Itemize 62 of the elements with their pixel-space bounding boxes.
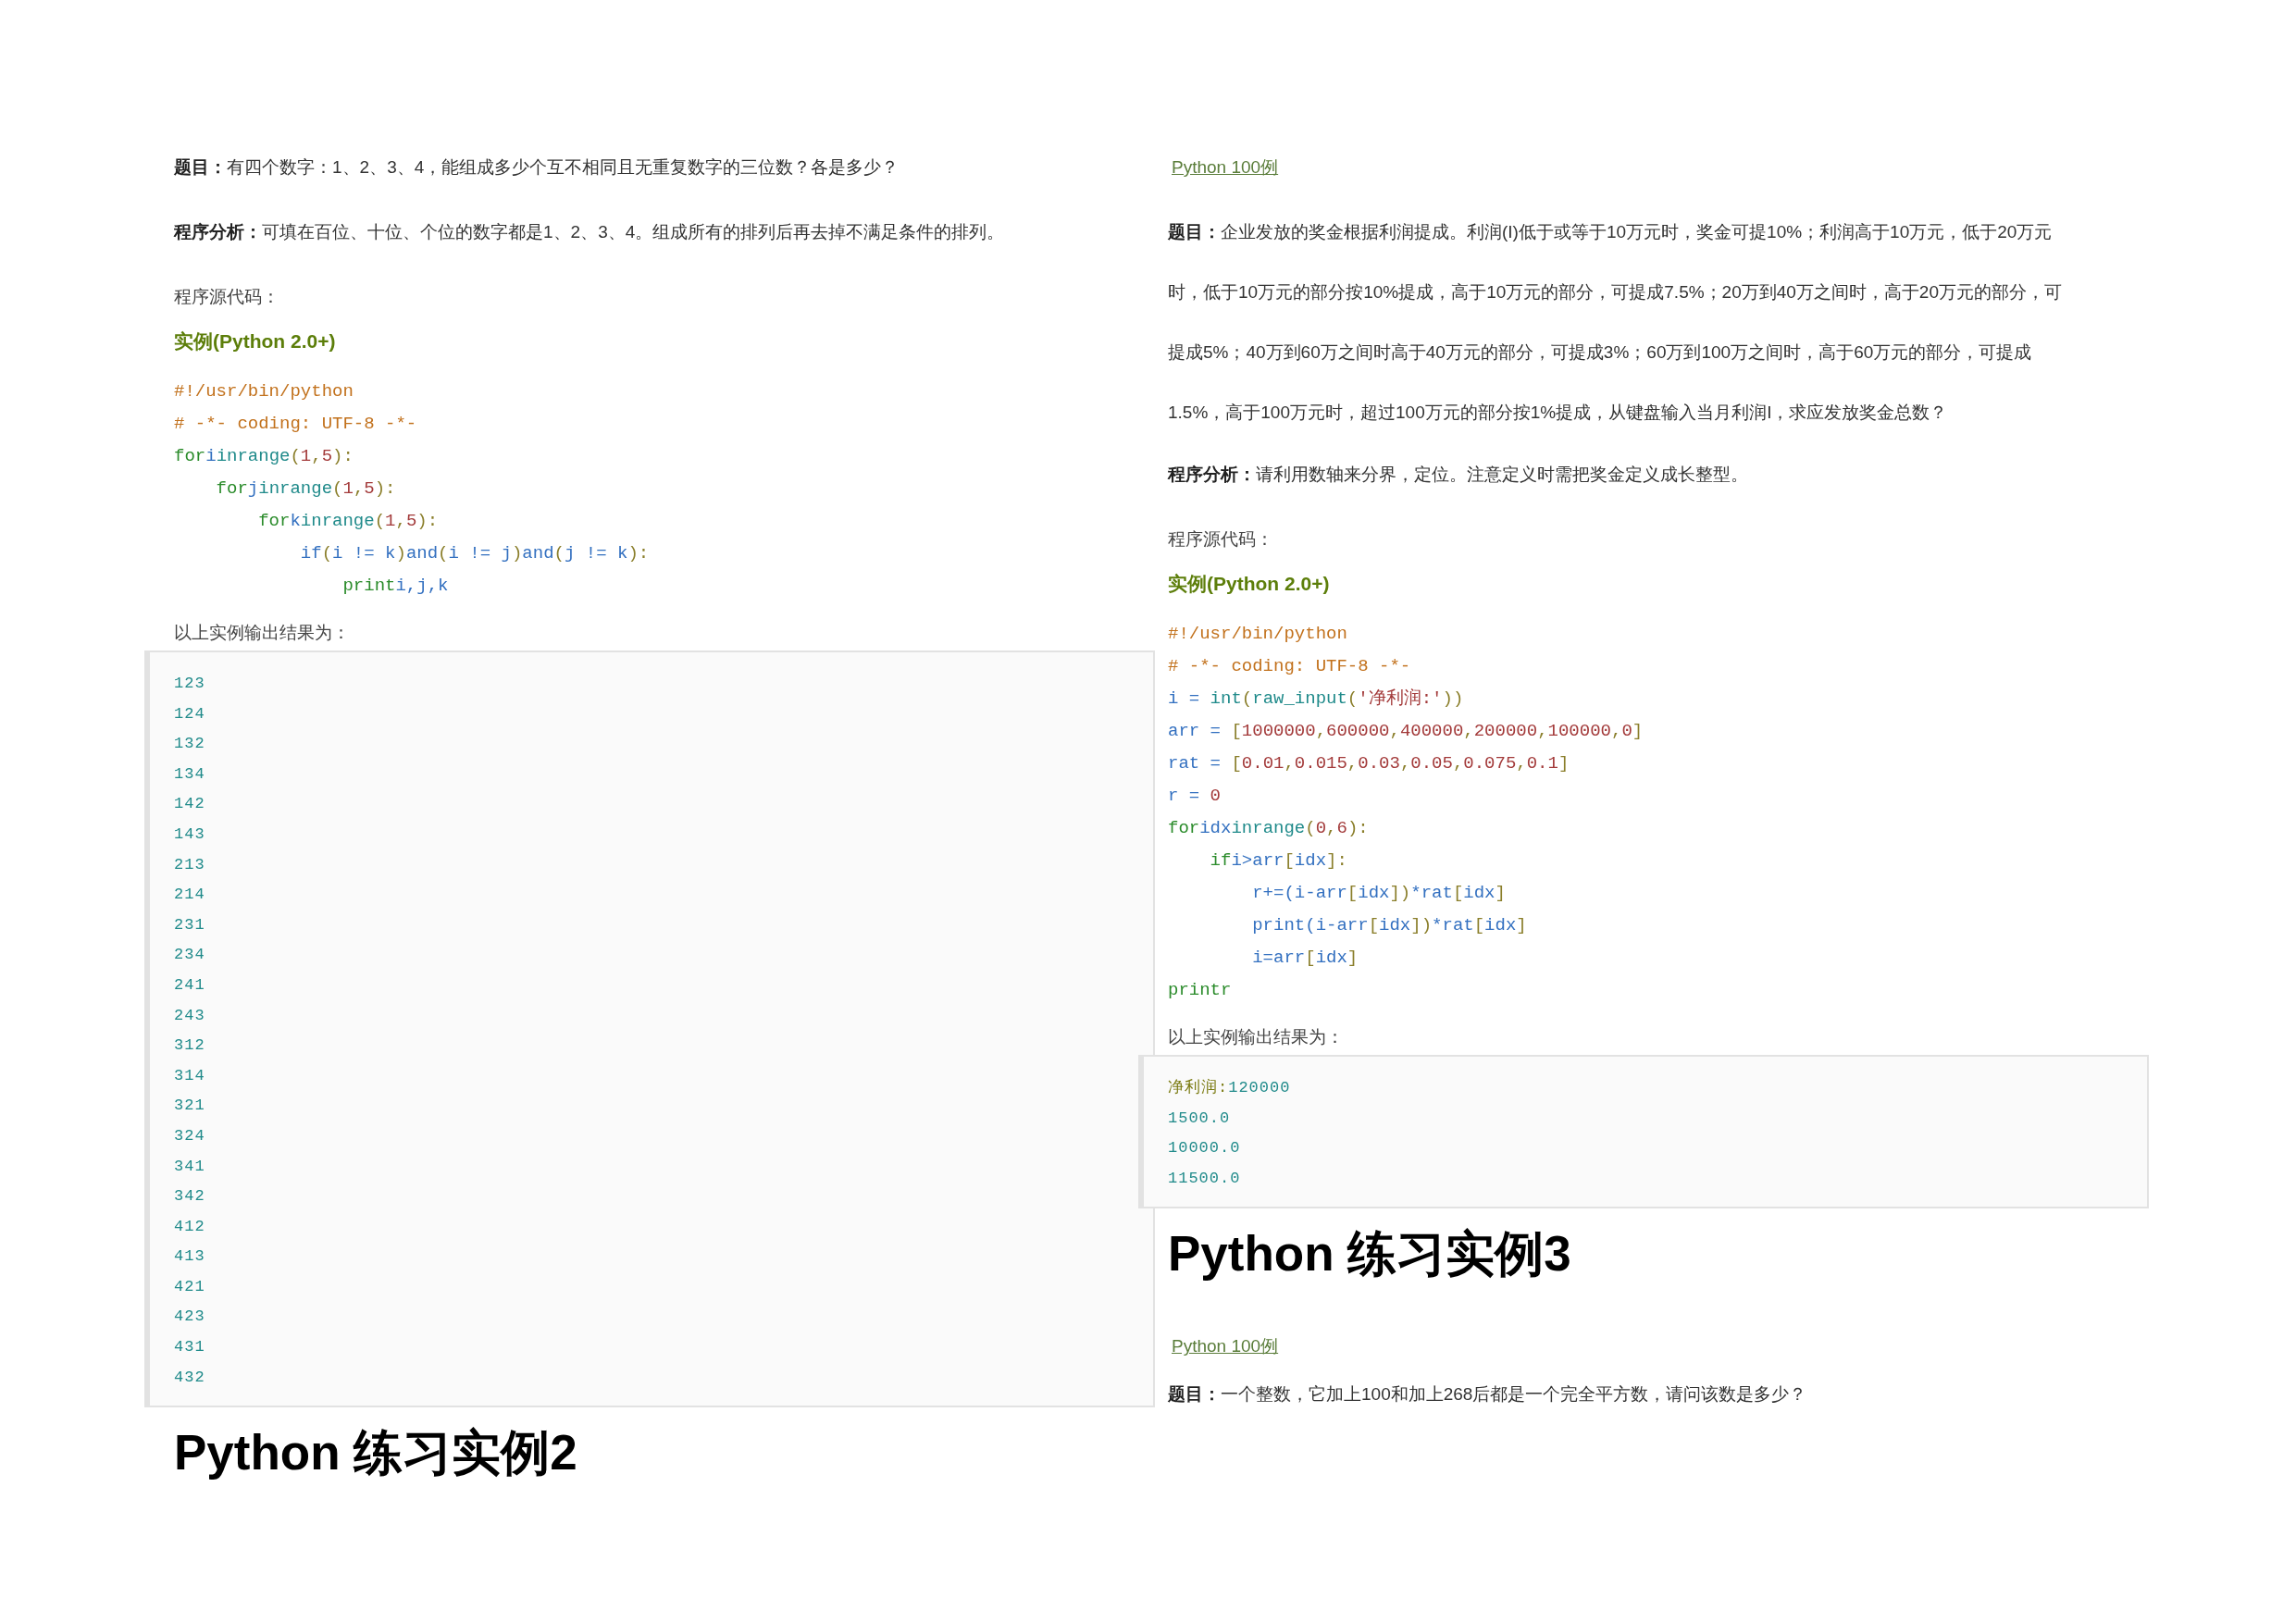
- paragraph: 程序分析：可填在百位、十位、个位的数字都是1、2、3、4。组成所有的排列后再去掉不满足条件的排列。: [174, 221, 1006, 243]
- output-line: 241: [174, 974, 206, 996]
- section-heading: Python 练习实例3: [1168, 1225, 1572, 1283]
- code-line: printi,j,k: [341, 575, 450, 598]
- index-link[interactable]: Python 100例: [1172, 154, 1279, 181]
- output-line: 净利润:120000: [1168, 1078, 1292, 1098]
- code-line: arr = [1000000,600000,400000,200000,100000,0]: [1168, 720, 1644, 743]
- output-line: 432: [174, 1367, 206, 1388]
- output-line: 341: [174, 1156, 206, 1177]
- output-line: 412: [174, 1216, 206, 1237]
- index-link[interactable]: Python 100例: [1172, 1332, 1279, 1361]
- paragraph: 题目：有四个数字：1、2、3、4，能组成多少个互不相同且无重复数字的三位数？各是多少？: [174, 156, 900, 179]
- output-line: 10000.0: [1168, 1138, 1242, 1159]
- caption-text: 以上实例输出结果为：: [174, 622, 351, 644]
- section-heading: Python 练习实例2: [174, 1424, 578, 1482]
- caption-text: 程序源代码：: [174, 286, 280, 308]
- output-line: 143: [174, 824, 206, 845]
- code-line: printr: [1168, 979, 1233, 1002]
- code-line: i=arr[idx]: [1251, 947, 1359, 970]
- output-line: 431: [174, 1337, 206, 1358]
- output-line: 134: [174, 763, 206, 785]
- output-line: 1500.0: [1168, 1108, 1232, 1129]
- output-line: 234: [174, 945, 206, 966]
- output-line: 342: [174, 1186, 206, 1208]
- code-line: foriinrange(1,5):: [174, 445, 354, 468]
- code-line: # -*- coding: UTF-8 -*-: [1168, 655, 1412, 678]
- output-line: 231: [174, 914, 206, 935]
- output-line: 243: [174, 1005, 206, 1026]
- code-line: ifi>arr[idx]:: [1209, 849, 1348, 873]
- output-line: 142: [174, 794, 206, 815]
- code-line: #!/usr/bin/python: [174, 380, 354, 403]
- output-line: 314: [174, 1065, 206, 1086]
- output-line: 321: [174, 1096, 206, 1117]
- caption-text: 以上实例输出结果为：: [1168, 1026, 1345, 1048]
- code-line: i = int(raw_input('净利润:')): [1168, 688, 1465, 711]
- paragraph: 程序分析：请利用数轴来分界，定位。注意定义时需把奖金定义成长整型。: [1168, 464, 1749, 486]
- code-line: if(i != k)and(i != j)and(j != k):: [299, 542, 651, 565]
- paragraph: 题目：企业发放的奖金根据利润提成。利润(I)低于或等于10万元时，奖金可提10%；利润高于10万元，低于20万元时，低于10万元的部分按10%提成，高于10万元的部分，可提成7.5%；20万到40万之间时，高于20万元的部分，可提成5%；40万到60万之间时高于40万元的部分，可提成3%；60万到100万之间时，高于60万元的部分，可提成1.5%，高于100万元时，超过100万元的部分按1%提成，从键盘输入当月利润I，求应发放奖金总数？: [1168, 221, 2063, 424]
- code-line: r+=(i-arr[idx])*rat[idx]: [1251, 882, 1507, 905]
- output-line: 423: [174, 1307, 206, 1328]
- output-line: 11500.0: [1168, 1168, 1242, 1189]
- output-line: 324: [174, 1125, 206, 1146]
- output-line: 213: [174, 854, 206, 875]
- output-line: 421: [174, 1276, 206, 1297]
- paragraph: 题目：一个整数，它加上100和加上268后都是一个完全平方数，请问该数是多少？: [1168, 1383, 1808, 1406]
- code-line: # -*- coding: UTF-8 -*-: [174, 413, 418, 436]
- example-title: 实例(Python 2.0+): [174, 329, 337, 353]
- output-line: 132: [174, 734, 206, 755]
- output-line: 413: [174, 1246, 206, 1268]
- output-line: 214: [174, 885, 206, 906]
- code-line: #!/usr/bin/python: [1168, 623, 1348, 646]
- code-line: r = 0: [1168, 785, 1222, 808]
- code-line: forj inrange(1,5):: [215, 477, 397, 501]
- code-line: rat = [0.01,0.015,0.03,0.05,0.075,0.1]: [1168, 752, 1570, 775]
- caption-text: 程序源代码：: [1168, 528, 1274, 551]
- output-line: 312: [174, 1035, 206, 1057]
- output-line: 124: [174, 703, 206, 725]
- code-line: forkinrange(1,5):: [257, 510, 440, 533]
- output-line: 123: [174, 674, 206, 694]
- example-title: 实例(Python 2.0+): [1168, 572, 1331, 596]
- code-line: print(i-arr[idx])*rat[idx]: [1251, 914, 1528, 937]
- code-line: foridxinrange(0,6):: [1168, 817, 1370, 840]
